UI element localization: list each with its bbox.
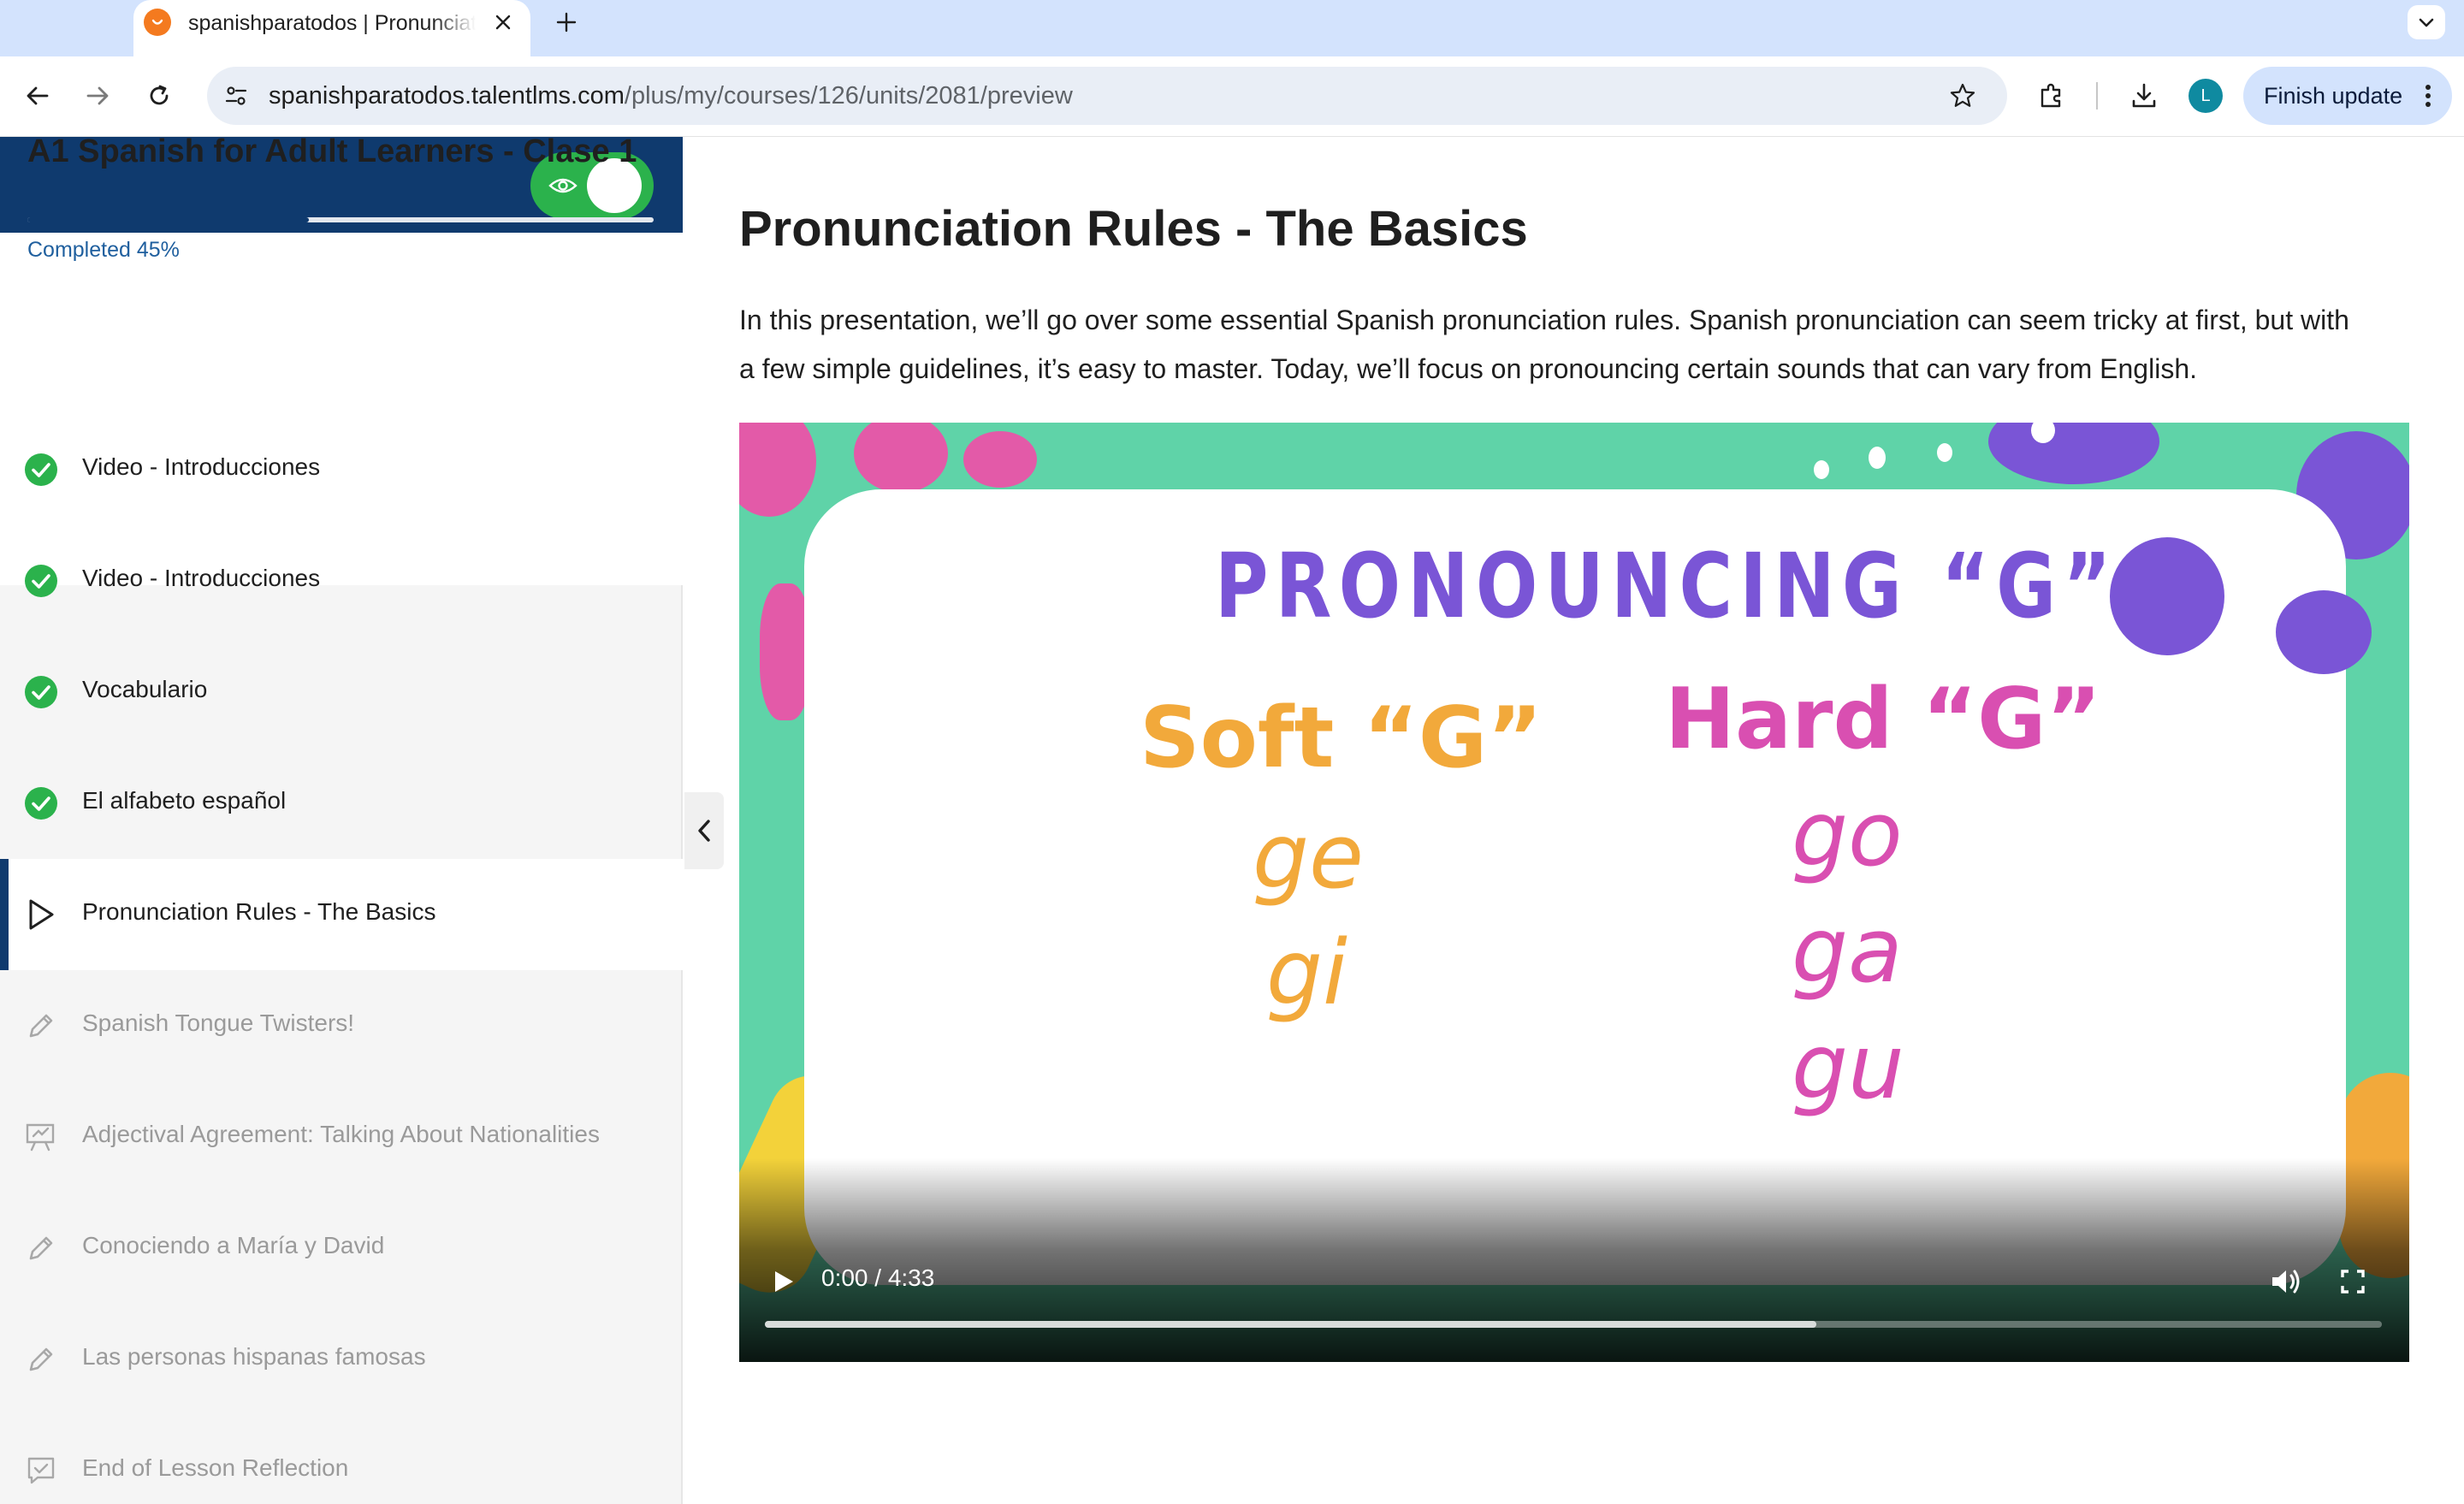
play-icon[interactable] — [763, 1261, 804, 1302]
sidebar-unit-label: Las personas hispanas famosas — [82, 1343, 426, 1370]
site-info-tune-icon[interactable] — [216, 75, 257, 116]
decor-blob — [854, 423, 948, 493]
sidebar-unit-personas-hispanas[interactable]: Las personas hispanas famosas — [0, 1304, 683, 1415]
decor-dot — [1869, 447, 1886, 469]
unit-title: Pronunciation Rules - The Basics — [739, 201, 1528, 257]
decor-dot — [1814, 460, 1829, 479]
progress-label: Completed 45% — [27, 238, 180, 262]
check-circle-icon — [22, 673, 60, 711]
slide-soft-word: gi — [1266, 921, 1348, 1025]
sidebar-unit-video-introducciones-2[interactable]: Video - Introducciones — [0, 525, 683, 637]
browser-tab-strip: spanishparatodos | Pronunciation Rules -… — [0, 0, 2464, 56]
check-circle-icon — [22, 451, 60, 489]
presentation-icon — [22, 1118, 60, 1156]
sidebar-unit-label: Adjectival Agreement: Talking About Nati… — [82, 1121, 600, 1147]
sidebar-unit-label: Video - Introducciones — [82, 453, 321, 480]
new-tab-plus-icon[interactable] — [548, 3, 585, 41]
decor-blob — [963, 431, 1037, 488]
video-controls-overlay — [739, 1158, 2409, 1362]
video-seek-bar[interactable] — [765, 1321, 2382, 1328]
sidebar-unit-reflection[interactable]: End of Lesson Reflection — [0, 1415, 683, 1504]
sidebar-unit-adjectival-agreement[interactable]: Adjectival Agreement: Talking About Nati… — [0, 1081, 683, 1193]
slide-hard-g-heading: Hard “G” — [1665, 671, 2102, 768]
course-title: A1 Spanish for Adult Learners - Clase 1 — [27, 133, 637, 169]
course-progress-bar — [27, 217, 654, 222]
sidebar-unit-label: Spanish Tongue Twisters! — [82, 1010, 355, 1036]
sidebar-unit-label: Pronunciation Rules - The Basics — [82, 898, 436, 925]
decor-blob — [2276, 590, 2372, 674]
sidebar-unit-el-alfabeto[interactable]: El alfabeto español — [0, 748, 683, 859]
sidebar-unit-label: Conociendo a María y David — [82, 1232, 385, 1258]
slide-hard-word: go — [1792, 782, 1903, 886]
volume-icon[interactable] — [2266, 1261, 2307, 1302]
decor-blob — [2110, 537, 2224, 655]
pencil-icon — [22, 1229, 60, 1267]
slide-heading: PRONOUNCING “G” — [1215, 534, 2118, 638]
more-menu-dots-icon[interactable] — [2413, 79, 2443, 113]
sidebar-unit-conociendo[interactable]: Conociendo a María y David — [0, 1193, 683, 1304]
eye-icon — [548, 171, 578, 200]
video-time: 0:00 / 4:33 — [821, 1264, 935, 1291]
back-arrow-icon[interactable] — [15, 74, 60, 118]
check-circle-icon — [22, 785, 60, 822]
video-player[interactable]: PRONOUNCING “G” Soft “G” Hard “G” ge gi … — [739, 423, 2409, 1362]
decor-dot — [1937, 443, 1952, 462]
pencil-icon — [22, 1007, 60, 1045]
sidebar-unit-tongue-twisters[interactable]: Spanish Tongue Twisters! — [0, 970, 683, 1081]
slide-hard-word: gu — [1792, 1015, 1904, 1119]
unit-description: In this presentation, we’ll go over some… — [739, 305, 2349, 384]
sidebar-unit-label: El alfabeto español — [82, 787, 287, 814]
toolbar-divider — [2096, 82, 2098, 110]
play-outline-icon — [22, 896, 60, 933]
survey-icon — [22, 1452, 60, 1489]
decor-blob — [739, 423, 816, 517]
profile-avatar[interactable]: L — [2189, 79, 2223, 113]
sidebar-unit-pronunciation-rules[interactable]: Pronunciation Rules - The Basics — [0, 859, 683, 970]
bookmark-star-icon[interactable] — [1942, 75, 1983, 116]
sidebar-unit-label: End of Lesson Reflection — [82, 1454, 349, 1481]
check-circle-icon — [22, 562, 60, 600]
collapse-sidebar-chevron-icon[interactable] — [684, 792, 724, 869]
decor-blob — [760, 583, 811, 720]
decor-blob — [1988, 423, 2159, 484]
close-tab-icon[interactable] — [488, 7, 518, 38]
course-progress-fill — [27, 217, 310, 222]
sidebar-unit-label: Vocabulario — [82, 676, 208, 702]
url-text[interactable]: spanishparatodos.talentlms.com/plus/my/c… — [269, 79, 1073, 113]
slide-soft-word: ge — [1253, 804, 1364, 909]
sidebar-unit-video-introducciones-1[interactable]: Video - Introducciones — [0, 414, 683, 525]
slide-soft-g-heading: Soft “G” — [1140, 690, 1543, 787]
pencil-icon — [22, 1341, 60, 1378]
sidebar-unit-label: Video - Introducciones — [82, 565, 321, 591]
tab-title: spanishparatodos | Pronunciation Rules -… — [188, 11, 476, 35]
tab-search-chevron-icon[interactable] — [2408, 5, 2445, 39]
forward-arrow-icon[interactable] — [75, 74, 120, 118]
video-buffered-bar — [765, 1321, 1816, 1328]
sidebar-unit-vocabulario[interactable]: Vocabulario — [0, 637, 683, 748]
extensions-puzzle-icon[interactable] — [2029, 74, 2074, 118]
reload-icon[interactable] — [137, 74, 181, 118]
downloads-icon[interactable] — [2122, 74, 2166, 118]
site-favicon-icon — [144, 9, 171, 36]
fullscreen-icon[interactable] — [2332, 1261, 2373, 1302]
slide-hard-word: ga — [1792, 898, 1903, 1003]
